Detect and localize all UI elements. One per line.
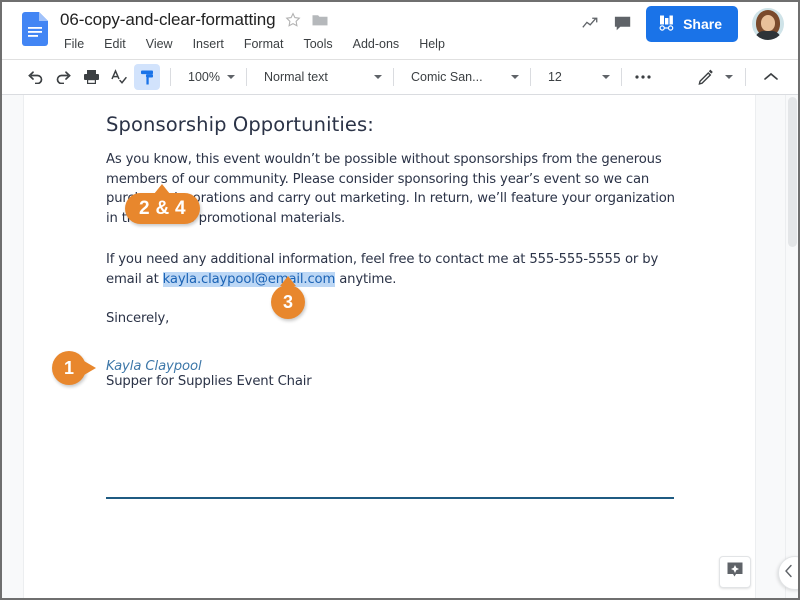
comment-icon[interactable] (614, 15, 632, 33)
pencil-icon[interactable] (693, 64, 719, 90)
redo-icon[interactable] (50, 64, 76, 90)
toolbar-divider (245, 68, 247, 86)
document-page[interactable]: Sponsorship Opportunities: As you know, … (24, 95, 755, 598)
horizontal-rule (106, 497, 674, 499)
page-title[interactable]: 06-copy-and-clear-formatting (60, 10, 276, 30)
menu-item-view[interactable]: View (144, 36, 175, 52)
chevron-down-icon[interactable] (725, 75, 733, 79)
font-size-value: 12 (547, 70, 562, 84)
folder-icon[interactable] (311, 11, 329, 29)
callout-2-and-4: 2 & 4 (125, 184, 200, 224)
zoom-value: 100% (188, 70, 220, 84)
scrollbar-thumb[interactable] (788, 97, 797, 247)
document-content[interactable]: Sponsorship Opportunities: As you know, … (106, 113, 676, 389)
toolbar-right-group (693, 64, 786, 90)
signature-name[interactable]: Kayla Claypool (106, 359, 676, 374)
menu-item-insert[interactable]: Insert (191, 36, 226, 52)
undo-icon[interactable] (22, 64, 48, 90)
paragraph-style-select[interactable]: Normal text (261, 65, 385, 89)
activity-trend-icon[interactable] (582, 15, 600, 33)
font-family-value: Comic San... (410, 70, 483, 84)
collapse-panel-button[interactable] (778, 556, 798, 590)
menu-item-help[interactable]: Help (417, 36, 447, 52)
callout-pointer-up-icon (280, 276, 296, 286)
chevron-down-icon (226, 75, 235, 79)
font-size-select[interactable]: 12 (545, 65, 613, 89)
header-actions: Share (582, 6, 784, 42)
font-family-select[interactable]: Comic San... (408, 65, 522, 89)
signature-role: Supper for Supplies Event Chair (106, 373, 312, 389)
menubar: File Edit View Insert Format Tools Add-o… (62, 36, 447, 52)
toolbar: 100% Normal text Comic San... 12 (2, 59, 798, 95)
avatar[interactable] (752, 8, 784, 40)
callout-3: 3 (271, 276, 305, 319)
callout-2-and-4-label: 2 & 4 (139, 197, 186, 219)
toolbar-divider (620, 68, 622, 86)
menu-item-edit[interactable]: Edit (102, 36, 128, 52)
callout-1: 1 (52, 351, 96, 385)
share-button-label: Share (683, 16, 722, 32)
menu-item-file[interactable]: File (62, 36, 86, 52)
document-heading: Sponsorship Opportunities: (106, 113, 374, 136)
chevron-down-icon (510, 75, 519, 79)
zoom-select[interactable]: 100% (185, 65, 238, 89)
document-paragraph-2: If you need any additional information, … (106, 250, 676, 289)
menu-item-add-ons[interactable]: Add-ons (351, 36, 402, 52)
paint-format-icon[interactable] (134, 64, 160, 90)
document-canvas[interactable]: Sponsorship Opportunities: As you know, … (2, 95, 798, 598)
google-docs-icon[interactable] (22, 12, 48, 46)
menu-item-format[interactable]: Format (242, 36, 286, 52)
callout-3-label: 3 (282, 291, 293, 312)
paragraph-2-text-after: anytime. (335, 271, 397, 287)
print-icon[interactable] (78, 64, 104, 90)
star-outline-icon[interactable] (284, 11, 302, 29)
share-lock-icon (659, 14, 676, 34)
chevron-down-icon (373, 75, 382, 79)
callout-1-label: 1 (63, 357, 74, 378)
toolbar-divider (745, 68, 746, 86)
chevron-down-icon (601, 75, 610, 79)
toolbar-divider (529, 68, 531, 86)
paragraph-style-value: Normal text (263, 70, 328, 84)
vertical-scrollbar[interactable] (785, 95, 798, 598)
avatar-body (755, 31, 781, 40)
signature-block: Kayla Claypool Supper for Supplies Event… (106, 359, 676, 389)
closing-line: Sincerely, (106, 311, 170, 326)
share-button[interactable]: Share (646, 6, 738, 42)
explore-button[interactable] (719, 556, 751, 588)
avatar-face (761, 15, 775, 31)
menu-item-tools[interactable]: Tools (301, 36, 334, 52)
page-top-strip (24, 95, 755, 98)
toolbar-divider (170, 68, 171, 86)
document-title-row: 06-copy-and-clear-formatting (60, 10, 329, 30)
app-header: 06-copy-and-clear-formatting File Edit V… (2, 2, 798, 59)
chevron-left-icon (784, 564, 794, 583)
toolbar-divider (392, 68, 394, 86)
more-options-icon[interactable] (630, 64, 656, 90)
callout-pointer-up-icon (154, 184, 171, 194)
chevron-up-icon[interactable] (758, 64, 784, 90)
email-link[interactable]: kayla.claypool@email.com (162, 271, 335, 287)
callout-pointer-right-icon (84, 361, 96, 375)
explore-icon (726, 561, 744, 584)
spellcheck-icon[interactable] (106, 64, 132, 90)
google-docs-window: 06-copy-and-clear-formatting File Edit V… (0, 0, 800, 600)
